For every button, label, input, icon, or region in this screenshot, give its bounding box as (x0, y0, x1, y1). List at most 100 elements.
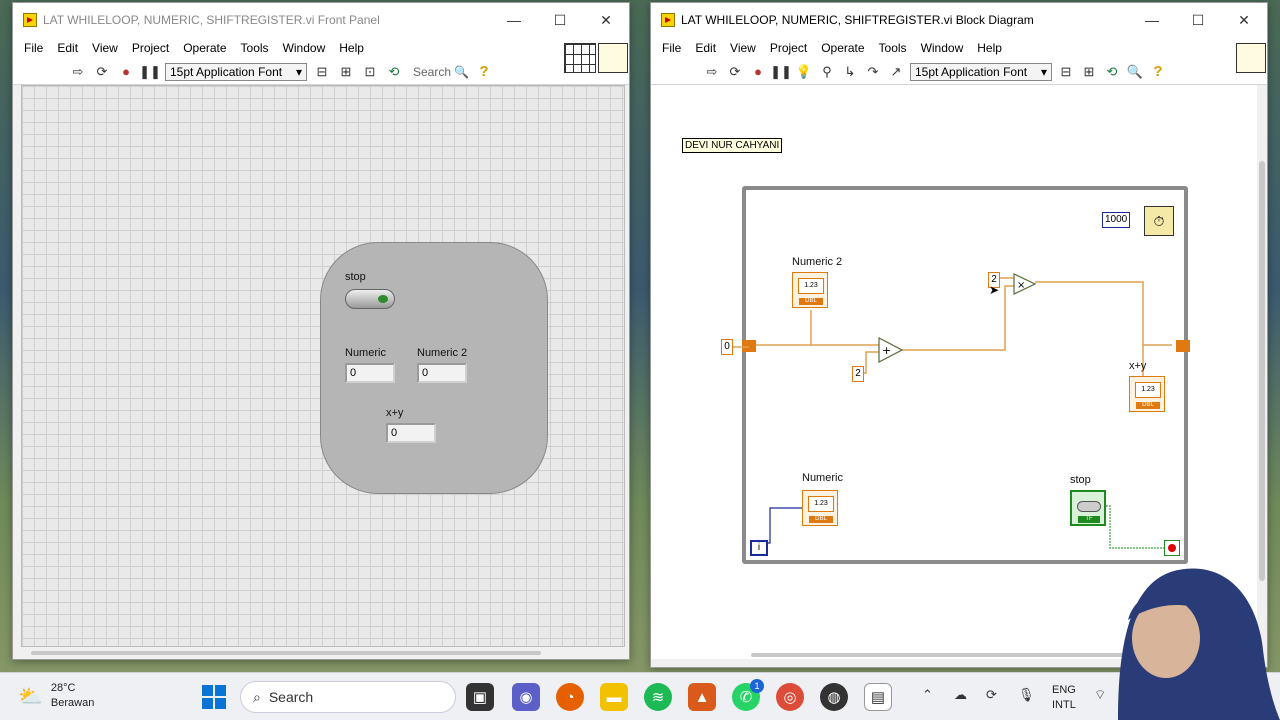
numeric2-terminal-label: Numeric 2 (792, 256, 843, 268)
free-label[interactable]: DEVI NUR CAHYANI (682, 138, 783, 153)
search-icon[interactable]: 🔍 (1126, 63, 1144, 81)
distribute-objects-icon[interactable]: ⊞ (1080, 63, 1098, 81)
context-help-icon[interactable]: ? (1149, 63, 1167, 81)
mouse-cursor-icon: ➤ (989, 283, 1000, 297)
close-button[interactable]: ✕ (1221, 3, 1267, 37)
numeric-terminal[interactable]: 1.23 DBL (802, 490, 838, 526)
wire-stop-to-condition (1103, 505, 1166, 549)
numeric2-terminal[interactable]: 1.23 DBL (792, 272, 828, 308)
xy-terminal-glyph: 1.23 (1135, 382, 1161, 398)
run-arrow-icon[interactable]: ⇨ (69, 63, 87, 81)
pause-icon[interactable]: ❚❚ (139, 63, 161, 81)
highlight-execution-icon[interactable]: 💡 (795, 63, 813, 81)
sync-icon[interactable]: ⟳ (986, 687, 997, 703)
stop-button[interactable] (345, 289, 395, 309)
xy-label: x+y (386, 407, 404, 419)
connector-pane-icon[interactable] (564, 43, 596, 73)
minimize-button[interactable]: — (491, 3, 537, 37)
menu-window[interactable]: Window (914, 41, 971, 55)
front-panel-window: LAT WHILELOOP, NUMERIC, SHIFTREGISTER.vi… (12, 2, 630, 660)
front-panel-canvas[interactable]: stop Numeric 0 Numeric 2 0 x+y 0 (21, 85, 625, 647)
menu-view[interactable]: View (723, 41, 763, 55)
resize-objects-icon[interactable]: ⊡ (361, 63, 379, 81)
show-hidden-icons-icon[interactable]: ⌃ (922, 687, 933, 703)
document-app-icon[interactable]: ▤ (864, 683, 892, 711)
wait-ms-constant[interactable]: 1000 (1102, 212, 1131, 228)
xy-terminal[interactable]: 1.23 DBL (1129, 376, 1165, 412)
pause-icon[interactable]: ❚❚ (770, 63, 792, 81)
menu-project[interactable]: Project (125, 41, 176, 55)
close-button[interactable]: ✕ (583, 3, 629, 37)
onedrive-icon[interactable]: ☁ (954, 687, 967, 703)
run-continuously-icon[interactable]: ⟳ (93, 63, 111, 81)
teams-icon[interactable]: ◉ (512, 683, 540, 711)
shift-register-init-constant[interactable]: 0 (721, 339, 733, 355)
menu-tools[interactable]: Tools (234, 41, 276, 55)
iteration-terminal[interactable]: i (750, 540, 768, 556)
menu-help[interactable]: Help (970, 41, 1009, 55)
xy-terminal-label: x+y (1129, 360, 1147, 372)
numeric2-terminal-type: DBL (799, 298, 823, 305)
reorder-icon[interactable]: ⟲ (385, 63, 403, 81)
minimize-button[interactable]: — (1129, 3, 1175, 37)
step-into-icon[interactable]: ↳ (841, 63, 859, 81)
chrome-icon[interactable]: ◎ (776, 683, 804, 711)
vi-icon[interactable] (1236, 43, 1266, 73)
search-box[interactable]: Search 🔍 (413, 65, 469, 79)
menu-project[interactable]: Project (763, 41, 814, 55)
menu-view[interactable]: View (85, 41, 125, 55)
vi-icon[interactable] (598, 43, 628, 73)
while-loop[interactable]: + × 1000 ⏱ Numeric 2 1.23 DBL 2 2 x+y 1.… (742, 186, 1190, 564)
menu-tools[interactable]: Tools (872, 41, 914, 55)
run-arrow-icon[interactable]: ⇨ (703, 63, 721, 81)
search-label: Search (413, 64, 452, 79)
abort-icon[interactable]: ● (117, 63, 135, 81)
numeric-control[interactable]: 0 (345, 363, 395, 383)
xy-indicator: 0 (386, 423, 436, 443)
menu-operate[interactable]: Operate (814, 41, 871, 55)
front-panel-hscrollbar[interactable] (31, 651, 541, 655)
step-out-icon[interactable]: ↗ (887, 63, 905, 81)
windows-start-icon[interactable] (202, 685, 226, 709)
maximize-button[interactable]: ☐ (537, 3, 583, 37)
spotify-icon[interactable]: ≋ (644, 683, 672, 711)
taskbar-search[interactable]: ⌕ Search (240, 681, 456, 713)
stop-led-icon (378, 295, 388, 303)
numeric2-control[interactable]: 0 (417, 363, 467, 383)
stop-terminal[interactable]: TF (1070, 490, 1106, 526)
maximize-button[interactable]: ☐ (1175, 3, 1221, 37)
step-over-icon[interactable]: ↷ (864, 63, 882, 81)
distribute-objects-icon[interactable]: ⊞ (337, 63, 355, 81)
wire-multiply-to-shift-register (1035, 281, 1172, 346)
file-explorer-icon[interactable]: ▬ (600, 683, 628, 711)
menu-window[interactable]: Window (276, 41, 333, 55)
reorder-icon[interactable]: ⟲ (1103, 63, 1121, 81)
run-continuously-icon[interactable]: ⟳ (726, 63, 744, 81)
task-view-icon[interactable]: ▣ (466, 683, 494, 711)
menu-edit[interactable]: Edit (688, 41, 723, 55)
menu-help[interactable]: Help (332, 41, 371, 55)
retain-wire-values-icon[interactable]: ⚲ (818, 63, 836, 81)
align-objects-icon[interactable]: ⊟ (313, 63, 331, 81)
font-dropdown[interactable]: 15pt Application Font ▾ (165, 62, 307, 81)
menu-operate[interactable]: Operate (176, 41, 233, 55)
block-diagram-vscrollbar[interactable] (1259, 161, 1265, 581)
wait-ms-timer-icon[interactable]: ⏱ (1144, 206, 1174, 236)
shift-register-right[interactable] (1176, 340, 1190, 352)
matlab-icon[interactable]: ▲ (688, 683, 716, 711)
obs-icon[interactable]: ◍ (820, 683, 848, 711)
chevron-down-icon: ▾ (295, 64, 302, 79)
align-objects-icon[interactable]: ⊟ (1057, 63, 1075, 81)
add-constant[interactable]: 2 (852, 366, 864, 382)
menu-edit[interactable]: Edit (50, 41, 85, 55)
menu-file[interactable]: File (655, 41, 688, 55)
firefox-icon[interactable]: ◔ (556, 683, 584, 711)
context-help-icon[interactable]: ? (475, 63, 493, 81)
menu-file[interactable]: File (17, 41, 50, 55)
abort-icon[interactable]: ● (749, 63, 767, 81)
loop-condition-stop-icon[interactable] (1164, 540, 1180, 556)
weather-widget[interactable]: ⛅ 28°C Berawan (18, 681, 94, 711)
input-language[interactable]: ENG INTL (1052, 683, 1076, 713)
font-dropdown[interactable]: 15pt Application Font ▾ (910, 62, 1052, 81)
microphone-icon[interactable]: 🎙 (1018, 687, 1035, 703)
